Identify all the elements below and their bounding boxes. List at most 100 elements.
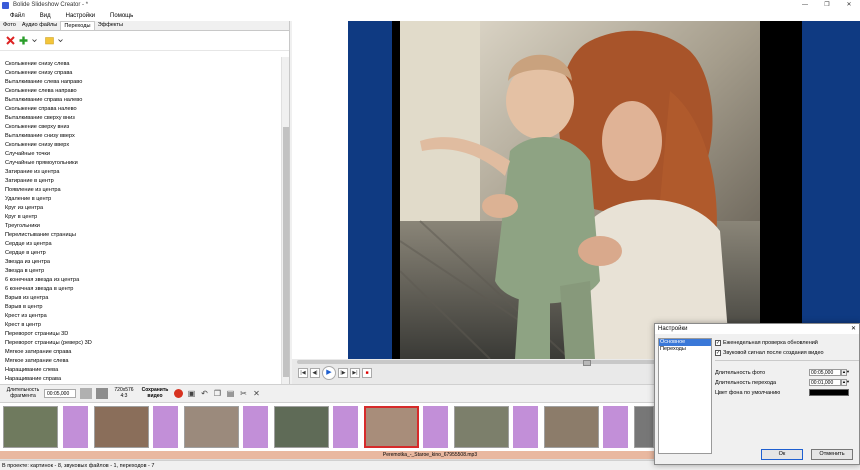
list-item[interactable]: Выталкивание слева направо (5, 78, 280, 87)
list-item[interactable]: Наращивание справа (5, 375, 280, 384)
nav-general[interactable]: Основное (659, 339, 711, 346)
menu-view[interactable]: Вид (40, 13, 51, 19)
list-item[interactable]: Перелистывание страницы (5, 231, 280, 240)
nav-transitions[interactable]: Переходы (659, 346, 711, 353)
timeline-transition[interactable] (63, 406, 88, 448)
timeline-photo[interactable] (274, 406, 329, 448)
close-button[interactable]: ✕ (838, 0, 860, 10)
list-item[interactable]: Круг из центра (5, 204, 280, 213)
timeline-photo[interactable] (3, 406, 58, 448)
list-item[interactable]: 6 конечная звезда в центр (5, 285, 280, 294)
list-item[interactable]: Крест в центр (5, 321, 280, 330)
timeline-photo[interactable] (94, 406, 149, 448)
maximize-button[interactable]: ❐ (816, 0, 838, 10)
save-icon[interactable]: ▣ (187, 389, 196, 398)
list-item[interactable]: Скольжение сверху вниз (5, 123, 280, 132)
list-item[interactable]: Случайные прямоугольники (5, 159, 280, 168)
dialog-close-icon[interactable]: ✕ (851, 324, 856, 334)
paste-icon[interactable]: ▤ (226, 389, 235, 398)
save-video-button[interactable]: Сохранить видео (140, 387, 170, 399)
sound-check-row[interactable]: ✓ Звуковой сигнал после создания видео (715, 348, 859, 358)
list-item[interactable]: Звезда из центра (5, 258, 280, 267)
list-item[interactable]: Сердце в центр (5, 249, 280, 258)
scrollbar-thumb[interactable] (283, 127, 289, 377)
list-item[interactable]: Скольжение снизу справа (5, 69, 280, 78)
list-item[interactable]: Выталкивание справа налево (5, 96, 280, 105)
photo-duration-stepper[interactable]: ▲▼ (841, 369, 850, 376)
tab-photos[interactable]: Фото (0, 21, 19, 30)
transition-duration-input[interactable]: 00:01,000 (809, 379, 841, 386)
transition-duration-stepper[interactable]: ▲▼ (841, 379, 850, 386)
tab-transitions[interactable]: Переходы (60, 21, 95, 30)
list-item[interactable]: Выталкивание сверху вниз (5, 114, 280, 123)
list-item[interactable]: Взрыв из центра (5, 294, 280, 303)
menu-settings[interactable]: Настройки (66, 13, 95, 19)
list-item[interactable]: Переворот страницы (реверс) 3D (5, 339, 280, 348)
menu-help[interactable]: Помощь (110, 13, 133, 19)
menu-file[interactable]: Файл (10, 13, 25, 19)
undo-icon[interactable]: ↶ (200, 389, 209, 398)
list-item[interactable]: 6 конечная звезда из центра (5, 276, 280, 285)
prev-icon[interactable]: ◀| (310, 368, 320, 378)
list-item[interactable]: Переворот страницы 3D (5, 330, 280, 339)
next-icon[interactable]: |▶ (338, 368, 348, 378)
list-item[interactable]: Мягкое затирание справа (5, 348, 280, 357)
list-item[interactable]: Взрыв в центр (5, 303, 280, 312)
star-folder-icon[interactable] (45, 36, 54, 45)
color-swatch-light[interactable] (80, 388, 92, 399)
list-item[interactable]: Скольжение слева направо (5, 87, 280, 96)
timeline-photo[interactable] (634, 406, 654, 448)
updates-check-row[interactable]: ✓ Еженедельная проверка обновлений (715, 338, 859, 348)
list-item[interactable]: Затирание в центр (5, 177, 280, 186)
minimize-button[interactable]: — (794, 0, 816, 10)
skip-start-icon[interactable]: |◀ (298, 368, 308, 378)
timeline-transition[interactable] (243, 406, 268, 448)
list-item[interactable]: Наращивание слева (5, 366, 280, 375)
list-item[interactable]: Выталкивание снизу вверх (5, 132, 280, 141)
record-button-icon[interactable] (174, 389, 183, 398)
timeline-transition[interactable] (513, 406, 538, 448)
list-item[interactable]: Удаление в центр (5, 195, 280, 204)
cancel-button[interactable]: Отменить (811, 449, 853, 460)
bg-color-swatch[interactable] (809, 389, 849, 396)
list-item[interactable]: Скольжение справа налево (5, 105, 280, 114)
copy-icon[interactable]: ❐ (213, 389, 222, 398)
tab-audio[interactable]: Аудио файлы (19, 21, 60, 30)
timeline-photo[interactable] (454, 406, 509, 448)
seek-knob[interactable] (583, 360, 591, 366)
cut-icon[interactable]: ✂ (239, 389, 248, 398)
list-item[interactable]: Появление из центра (5, 186, 280, 195)
delete-item-icon[interactable]: ✕ (252, 389, 261, 398)
record-icon[interactable]: ■ (362, 368, 372, 378)
list-item[interactable]: Мягкое затирание слева (5, 357, 280, 366)
list-item[interactable]: Скольжение снизу вверх (5, 141, 280, 150)
checkbox-updates[interactable]: ✓ (715, 340, 721, 346)
list-scrollbar[interactable] (281, 57, 289, 384)
play-icon[interactable]: ▶ (322, 366, 336, 380)
list-item[interactable]: Круг в центр (5, 213, 280, 222)
delete-icon[interactable] (6, 36, 15, 45)
timeline-transition[interactable] (333, 406, 358, 448)
color-swatch-dark[interactable] (96, 388, 108, 399)
list-item[interactable]: Скольжение снизу слева (5, 60, 280, 69)
checkbox-sound[interactable]: ✓ (715, 350, 721, 356)
chevron-down-icon[interactable] (32, 36, 41, 45)
list-item[interactable]: Случайные точки (5, 150, 280, 159)
timeline-transition[interactable] (603, 406, 628, 448)
timeline-photo[interactable] (544, 406, 599, 448)
list-item[interactable]: Сердце из центра (5, 240, 280, 249)
add-icon[interactable] (19, 36, 28, 45)
fragment-duration-input[interactable]: 00:05,000 (44, 389, 76, 398)
list-item[interactable]: Звезда в центр (5, 267, 280, 276)
ok-button[interactable]: Ок (761, 449, 803, 460)
photo-duration-input[interactable]: 00:05,000 (809, 369, 841, 376)
timeline-photo[interactable] (184, 406, 239, 448)
list-item[interactable]: Крест из центра (5, 312, 280, 321)
timeline-transition[interactable] (153, 406, 178, 448)
timeline-transition[interactable] (423, 406, 448, 448)
timeline-photo[interactable] (364, 406, 419, 448)
tab-effects[interactable]: Эффекты (95, 21, 126, 30)
skip-end-icon[interactable]: ▶| (350, 368, 360, 378)
list-item[interactable]: Затирание из центра (5, 168, 280, 177)
chevron-down-icon[interactable] (58, 36, 67, 45)
